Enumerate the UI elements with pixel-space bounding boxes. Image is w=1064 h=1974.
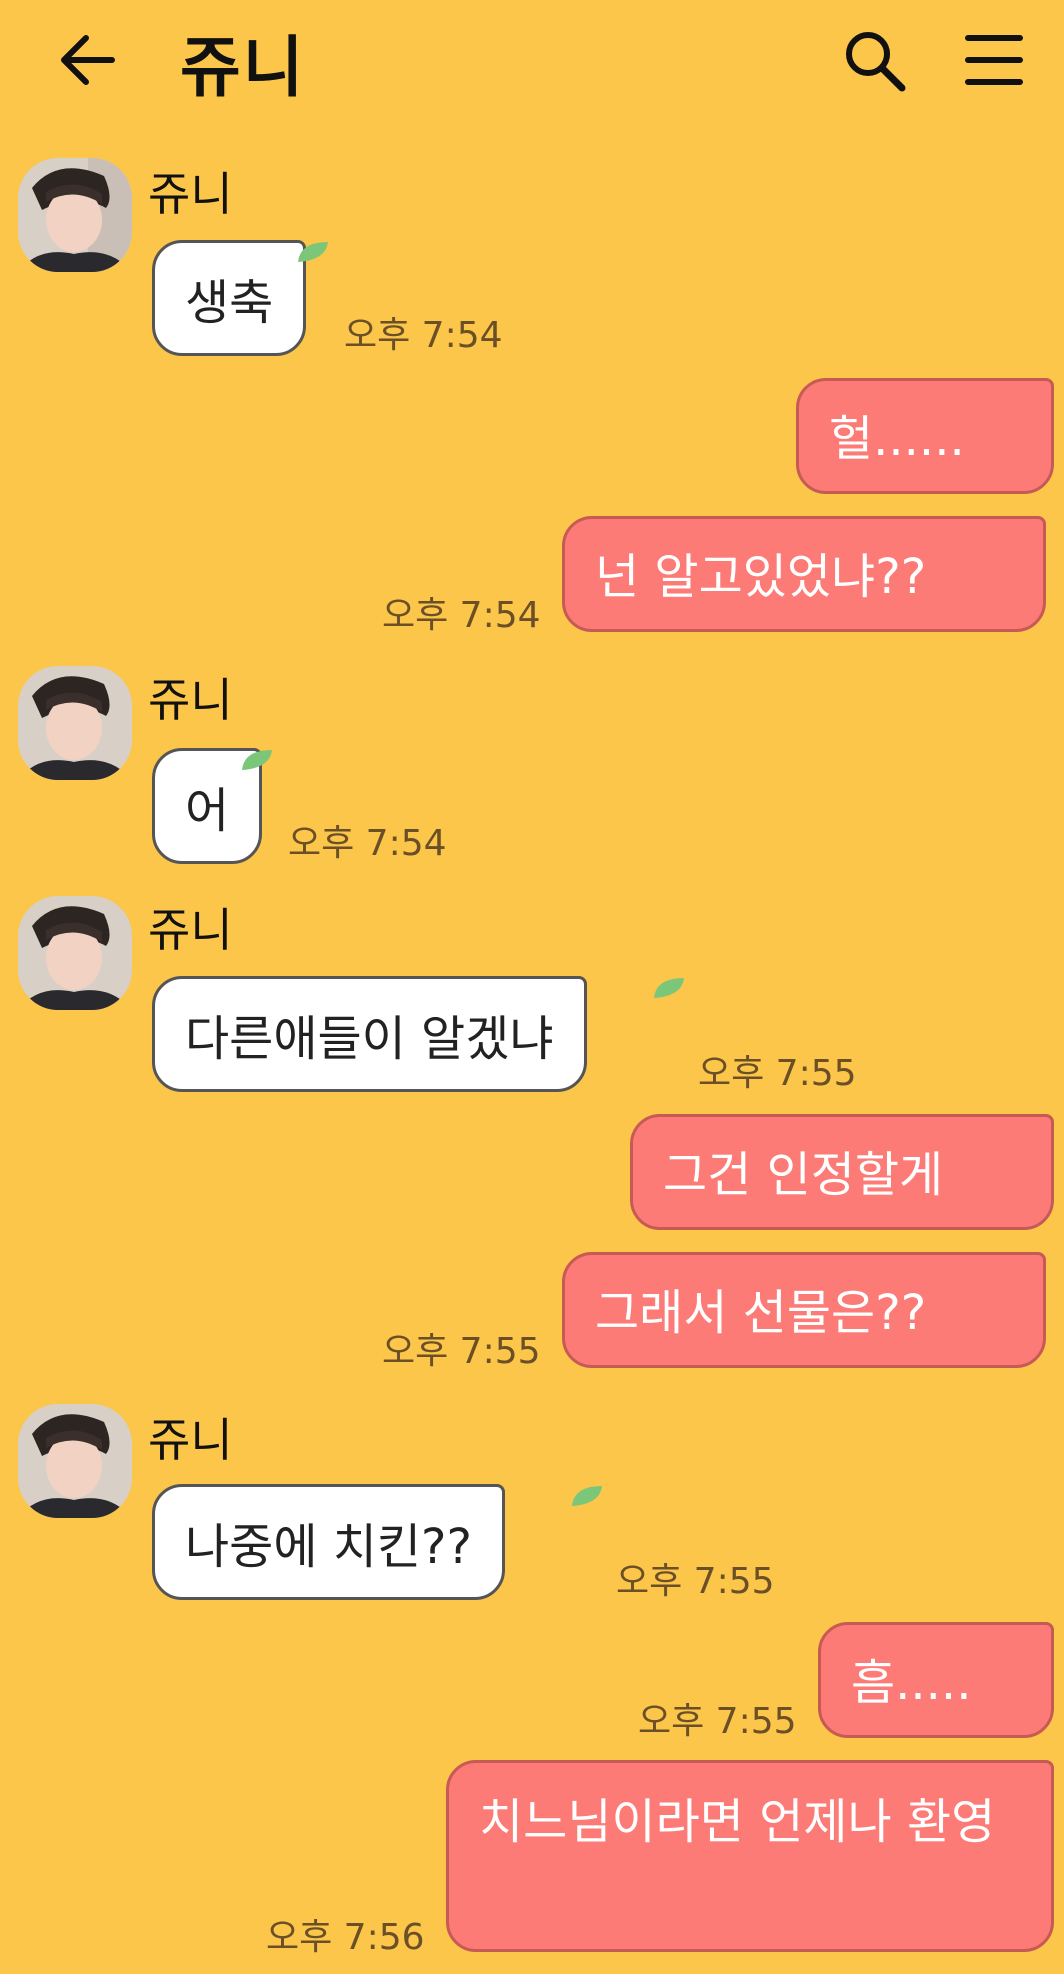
leaf-icon xyxy=(654,978,684,998)
message-timestamp: 오후 7:56 xyxy=(266,1917,425,1958)
profile-photo xyxy=(18,896,132,1010)
avatar[interactable] xyxy=(18,158,132,272)
avatar[interactable] xyxy=(18,666,132,780)
message-timestamp: 오후 7:55 xyxy=(698,1053,857,1094)
incoming-message-bubble[interactable]: 생축 xyxy=(152,240,307,356)
profile-photo xyxy=(18,158,132,272)
message-timestamp: 오후 7:55 xyxy=(616,1561,775,1602)
outgoing-message-bubble[interactable]: 헐...... xyxy=(796,378,1054,494)
sender-name: 쥬니 xyxy=(148,1413,233,1467)
back-button[interactable] xyxy=(56,30,120,90)
outgoing-message-bubble[interactable]: 치느님이라면 언제나 환영 xyxy=(446,1760,1054,1952)
chat-title: 쥬니 xyxy=(180,29,306,106)
arrow-left-icon xyxy=(61,35,115,85)
sender-name: 쥬니 xyxy=(148,903,233,957)
outgoing-message-bubble[interactable]: 넌 알고있었냐?? xyxy=(562,516,1046,632)
message-timestamp: 오후 7:54 xyxy=(344,315,503,356)
hamburger-menu-icon xyxy=(965,35,1023,85)
sender-name: 쥬니 xyxy=(148,167,233,221)
outgoing-message-bubble[interactable]: 그래서 선물은?? xyxy=(562,1252,1046,1368)
profile-photo xyxy=(18,1404,132,1518)
menu-button[interactable] xyxy=(964,32,1024,88)
outgoing-message-bubble[interactable]: 흠..... xyxy=(818,1622,1054,1738)
incoming-message-bubble[interactable]: 다른애들이 알겠냐 xyxy=(152,976,587,1092)
leaf-icon xyxy=(242,750,272,770)
message-timestamp: 오후 7:55 xyxy=(382,1331,541,1372)
sender-name: 쥬니 xyxy=(148,673,233,727)
outgoing-message-bubble[interactable]: 그건 인정할게 xyxy=(630,1114,1054,1230)
message-timestamp: 오후 7:54 xyxy=(382,595,541,636)
search-button[interactable] xyxy=(842,28,908,94)
search-icon xyxy=(846,32,906,92)
message-timestamp: 오후 7:54 xyxy=(288,823,447,864)
chat-header: 쥬니 xyxy=(0,0,1064,120)
message-timestamp: 오후 7:55 xyxy=(638,1701,797,1742)
avatar[interactable] xyxy=(18,896,132,1010)
incoming-message-bubble[interactable]: 나중에 치킨?? xyxy=(152,1484,506,1600)
avatar[interactable] xyxy=(18,1404,132,1518)
leaf-icon xyxy=(298,242,328,262)
chat-screen: 쥬니 쥬니 생축 오후 7:54 헐...... 넌 알고있었냐?? 오후 7:… xyxy=(0,0,1064,1974)
leaf-icon xyxy=(572,1486,602,1506)
profile-photo xyxy=(18,666,132,780)
